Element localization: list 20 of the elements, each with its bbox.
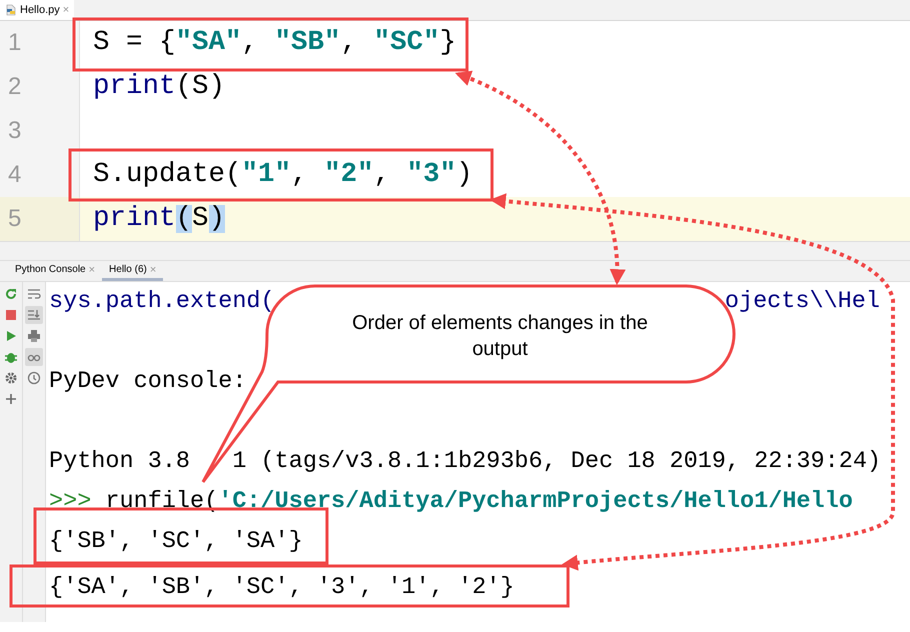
line-number: 5 bbox=[7, 205, 22, 233]
line-number: 4 bbox=[7, 161, 22, 189]
callout-text: Order of elements changes in the output bbox=[351, 311, 649, 362]
console-text: PyDev console: bbox=[49, 370, 246, 394]
code-text: S.update("1", "2", "3") bbox=[93, 161, 473, 189]
console-tab[interactable]: Python Console × bbox=[8, 261, 102, 281]
console-text: 1 (tags/v3.8.1:1b293b6, Dec 18 2019, 22:39:24) bbox=[232, 450, 882, 474]
line-number: 1 bbox=[7, 29, 22, 57]
console-text: {'SB', 'SC', 'SA'} bbox=[49, 530, 303, 554]
line-number: 3 bbox=[7, 117, 22, 145]
console-text: {'SA', 'SB', 'SC', '3', '1', '2'} bbox=[49, 576, 514, 600]
code-text: print(S) bbox=[93, 73, 226, 101]
console-text: ojects\\Hel bbox=[724, 290, 880, 314]
code-text: print(S) bbox=[93, 205, 226, 233]
console-text: sys.path.extend( bbox=[49, 290, 275, 314]
file-tab[interactable]: Hello.py × bbox=[0, 0, 74, 20]
console-text: Python 3.8 bbox=[49, 450, 190, 474]
code-text: S = {"SA", "SB", "SC"} bbox=[93, 29, 456, 57]
console-tab[interactable]: Hello (6) × bbox=[102, 261, 164, 281]
line-number: 2 bbox=[7, 73, 22, 101]
